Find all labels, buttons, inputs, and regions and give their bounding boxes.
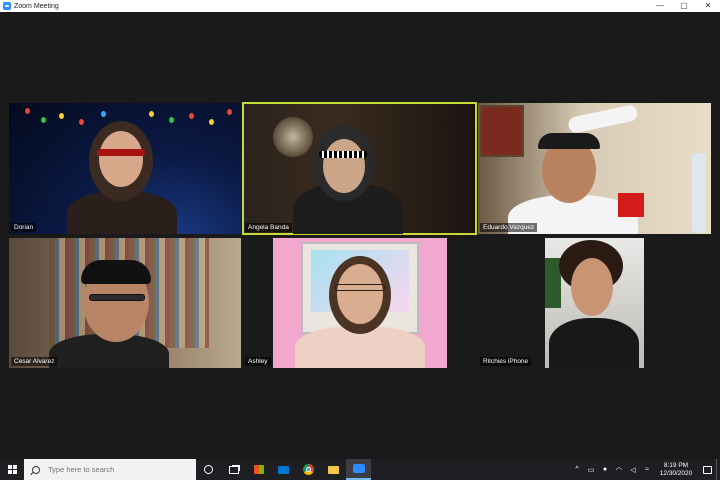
volume-icon[interactable]: ◁ [626, 459, 640, 480]
participant-face [337, 264, 383, 324]
minimize-button[interactable]: — [648, 0, 672, 12]
red-box [618, 193, 644, 217]
participant-name: Eduardo Vazquez [480, 223, 538, 232]
app-tray-icon[interactable]: ● [598, 459, 612, 480]
zoom-app-icon [3, 2, 11, 10]
file-explorer-icon[interactable] [321, 459, 346, 480]
water-bottle [692, 153, 706, 233]
show-desktop-button[interactable] [716, 459, 720, 480]
window-title: Zoom Meeting [14, 2, 59, 10]
search-icon [32, 465, 40, 474]
notifications-icon[interactable] [698, 459, 716, 480]
system-tray: ^ ▭ ● ◠ ◁ ≈ 8:19 PM 12/30/2020 [570, 459, 720, 480]
participant-face [571, 258, 613, 316]
portrait-video [545, 238, 644, 368]
wifi-icon[interactable]: ≈ [640, 459, 654, 480]
video-tile-ritchies-iphone[interactable]: Ritchies iPhone [478, 238, 711, 368]
window-titlebar: Zoom Meeting — ▢ ✕ [0, 0, 720, 12]
store-icon[interactable] [246, 459, 271, 480]
network-icon[interactable]: ◠ [612, 459, 626, 480]
participant-name: Cesar Alvarez [11, 357, 58, 366]
clock-date: 12/30/2020 [659, 469, 693, 477]
video-tile-ashley[interactable]: Ashley [243, 238, 476, 368]
pixel-sunglasses [319, 151, 367, 158]
cap [538, 133, 600, 149]
sunglasses [97, 149, 145, 156]
skateboard-decoration [567, 103, 639, 135]
taskbar-search[interactable] [24, 459, 196, 480]
participant-name: Dorian [11, 223, 37, 232]
hair [81, 260, 151, 284]
virtual-background [273, 238, 447, 368]
ceiling-fan-light [273, 117, 313, 157]
wall-picture [480, 105, 524, 157]
cortana-icon[interactable] [196, 459, 221, 480]
eyeglasses [335, 284, 385, 291]
maximize-button[interactable]: ▢ [672, 0, 696, 12]
windows-logo-icon [7, 465, 17, 474]
taskbar-clock[interactable]: 8:19 PM 12/30/2020 [654, 462, 698, 478]
eyeglasses [89, 294, 145, 301]
chrome-icon[interactable] [296, 459, 321, 480]
participant-name: Ashley [245, 357, 271, 366]
battery-icon[interactable]: ▭ [584, 459, 598, 480]
chevron-up-icon[interactable]: ^ [570, 459, 584, 480]
windows-taskbar: ^ ▭ ● ◠ ◁ ≈ 8:19 PM 12/30/2020 [0, 459, 720, 480]
search-input[interactable] [48, 465, 188, 474]
video-tile-angela-banda[interactable]: Angela Banda [242, 102, 477, 235]
participant-face [323, 139, 365, 193]
participant-name: Ritchies iPhone [480, 357, 532, 366]
window-controls: — ▢ ✕ [648, 0, 720, 12]
mail-icon[interactable] [271, 459, 296, 480]
close-button[interactable]: ✕ [696, 0, 720, 12]
video-tile-dorian[interactable]: Dorian [9, 103, 241, 234]
video-tile-cesar-alvarez[interactable]: Cesar Alvarez [9, 238, 241, 368]
participant-face [99, 131, 143, 187]
zoom-icon[interactable] [346, 459, 371, 480]
video-tile-eduardo-vazquez[interactable]: Eduardo Vazquez [478, 103, 711, 234]
meeting-gallery: Dorian Angela Banda Eduardo Vazquez Cesa… [0, 12, 720, 459]
participant-name: Angela Banda [245, 223, 292, 232]
clock-time: 8:19 PM [663, 461, 689, 469]
task-view-icon[interactable] [221, 459, 246, 480]
participant-body [549, 318, 639, 368]
start-button[interactable] [0, 459, 24, 480]
